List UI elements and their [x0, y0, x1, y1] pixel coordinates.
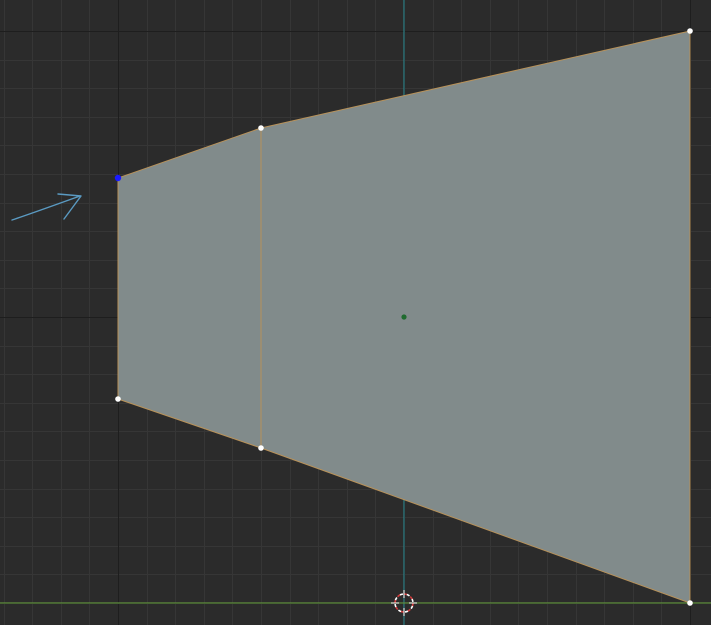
mesh-vertex[interactable] [258, 445, 264, 451]
object-origin-dot [401, 314, 407, 320]
mesh-vertex[interactable] [115, 396, 121, 402]
mesh-vertex[interactable] [258, 125, 264, 131]
viewport-canvas[interactable] [0, 0, 711, 625]
mesh-vertex[interactable] [687, 600, 693, 606]
selected-vertex[interactable] [114, 174, 122, 182]
3d-viewport[interactable] [0, 0, 711, 625]
mesh-vertex[interactable] [687, 28, 693, 34]
